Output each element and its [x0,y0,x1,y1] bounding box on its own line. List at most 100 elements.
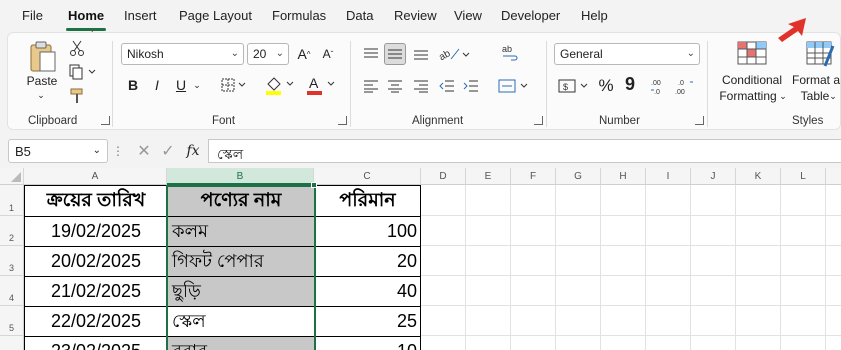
currency-format-icon[interactable]: $ [556,75,592,97]
column-header-f[interactable]: F [511,168,556,185]
grid-cell[interactable] [601,276,646,306]
font-color-icon[interactable]: A [304,73,338,97]
grid-cell[interactable] [646,185,691,216]
grid-cell[interactable] [736,216,781,246]
menu-help[interactable]: Help [581,8,608,23]
grid-cell[interactable] [556,336,601,350]
increase-font-size-icon[interactable]: A ^ [294,43,314,65]
cell-c2[interactable]: 100 [314,216,421,247]
grid-cell[interactable] [601,336,646,350]
grid-cell[interactable] [601,185,646,216]
menu-insert[interactable]: Insert [124,8,157,23]
grid-cell[interactable] [826,306,841,336]
grid-cell[interactable] [466,336,511,350]
align-center-icon[interactable] [384,75,406,97]
column-header-d[interactable]: D [421,168,466,185]
formula-input[interactable]: স্কেল [208,139,841,163]
column-header-k[interactable]: K [736,168,781,185]
grid-cell[interactable] [511,216,556,246]
grid-cell[interactable] [466,185,511,216]
cell-b5-active[interactable]: স্কেল [167,306,315,337]
format-as-table-label-2[interactable]: Table [800,89,830,103]
grid-cell[interactable] [781,336,826,350]
grid-cell[interactable] [421,276,466,306]
paste-button[interactable] [22,39,62,75]
menu-review[interactable]: Review [394,8,437,23]
row-header-3[interactable]: 3 [0,246,24,276]
grid-cell[interactable] [826,216,841,246]
grid-cell[interactable] [556,216,601,246]
grid-cell[interactable] [736,336,781,350]
grid-cell[interactable] [736,185,781,216]
grid-cell[interactable] [691,216,736,246]
align-right-icon[interactable] [410,75,432,97]
menu-home[interactable]: Home [68,8,104,23]
cell-a2[interactable]: 19/02/2025 [24,216,168,247]
increase-indent-icon[interactable] [460,75,482,97]
paste-label[interactable]: Paste [22,73,62,89]
grid-cell[interactable] [736,246,781,276]
cell-b4[interactable]: ছুড়ি [167,276,315,307]
grid-cell[interactable] [556,276,601,306]
percent-style-button[interactable]: % [595,75,617,97]
grid-cell[interactable] [601,246,646,276]
cut-icon[interactable] [68,39,86,57]
font-size-combo[interactable]: 20 ⌄ [247,43,289,65]
underline-button[interactable]: U [172,75,190,95]
menu-developer[interactable]: Developer [501,8,560,23]
menu-view[interactable]: View [454,8,482,23]
bold-button[interactable]: B [124,75,142,95]
more-options-icon[interactable]: ⋮ [112,142,124,160]
conditional-formatting-icon[interactable] [734,39,770,69]
column-header-a[interactable]: A [24,168,167,185]
paste-chevron-icon[interactable]: ⌄ [34,89,48,101]
format-as-table-label[interactable]: Format a [792,73,841,87]
decrease-indent-icon[interactable] [436,75,458,97]
grid-cell[interactable] [691,306,736,336]
menu-formulas[interactable]: Formulas [272,8,326,23]
cell-b2[interactable]: কলম [167,216,315,247]
grid-cell[interactable] [601,216,646,246]
menu-page-layout[interactable]: Page Layout [179,8,252,23]
alignment-launcher-icon[interactable] [534,116,543,125]
grid-cell[interactable] [691,246,736,276]
conditional-formatting-label[interactable]: Conditional [714,73,790,87]
decrease-decimal-icon[interactable]: .0.00 [673,75,695,97]
row-header-4[interactable]: 4 [0,276,24,306]
grid-cell[interactable] [781,185,826,216]
fill-color-icon[interactable] [263,73,297,97]
grid-cell[interactable] [826,336,841,350]
column-header-c[interactable]: C [314,168,421,185]
select-all-corner[interactable] [0,168,24,185]
grid-cell[interactable] [511,306,556,336]
grid-cell[interactable] [646,276,691,306]
clipboard-launcher-icon[interactable] [101,116,110,125]
grid-cell[interactable] [691,276,736,306]
grid-cell[interactable] [556,306,601,336]
cell-c5[interactable]: 25 [314,306,421,337]
align-middle-icon[interactable] [384,43,406,65]
name-box[interactable]: B5 ⌄ [8,139,108,163]
menu-data[interactable]: Data [346,8,373,23]
orientation-icon[interactable]: ab [436,43,472,65]
grid-cell[interactable] [511,276,556,306]
borders-icon[interactable] [219,75,249,95]
number-format-combo[interactable]: General ⌄ [554,43,700,65]
conditional-formatting-label-2[interactable]: Formatting [714,89,782,103]
align-top-icon[interactable] [360,43,382,65]
column-header-b[interactable]: B [167,168,314,185]
grid-cell[interactable] [421,185,466,216]
cell-c1[interactable]: পরিমান [314,185,421,217]
copy-icon[interactable] [68,63,98,81]
cell-a1[interactable]: ক্রয়ের তারিখ [24,185,168,217]
cell-b1[interactable]: পণ্যের নাম [167,185,315,217]
chevron-down-icon[interactable]: ⌄ [778,90,788,102]
comma-style-button[interactable]: 9 [621,73,639,95]
cell-a5[interactable]: 22/02/2025 [24,306,168,337]
cell-a3[interactable]: 20/02/2025 [24,246,168,277]
grid-cell[interactable] [466,246,511,276]
grid-cell[interactable] [466,216,511,246]
fill-handle[interactable] [311,182,317,188]
menu-file[interactable]: File [22,8,43,23]
cancel-entry-icon[interactable]: ✕ [134,140,154,162]
